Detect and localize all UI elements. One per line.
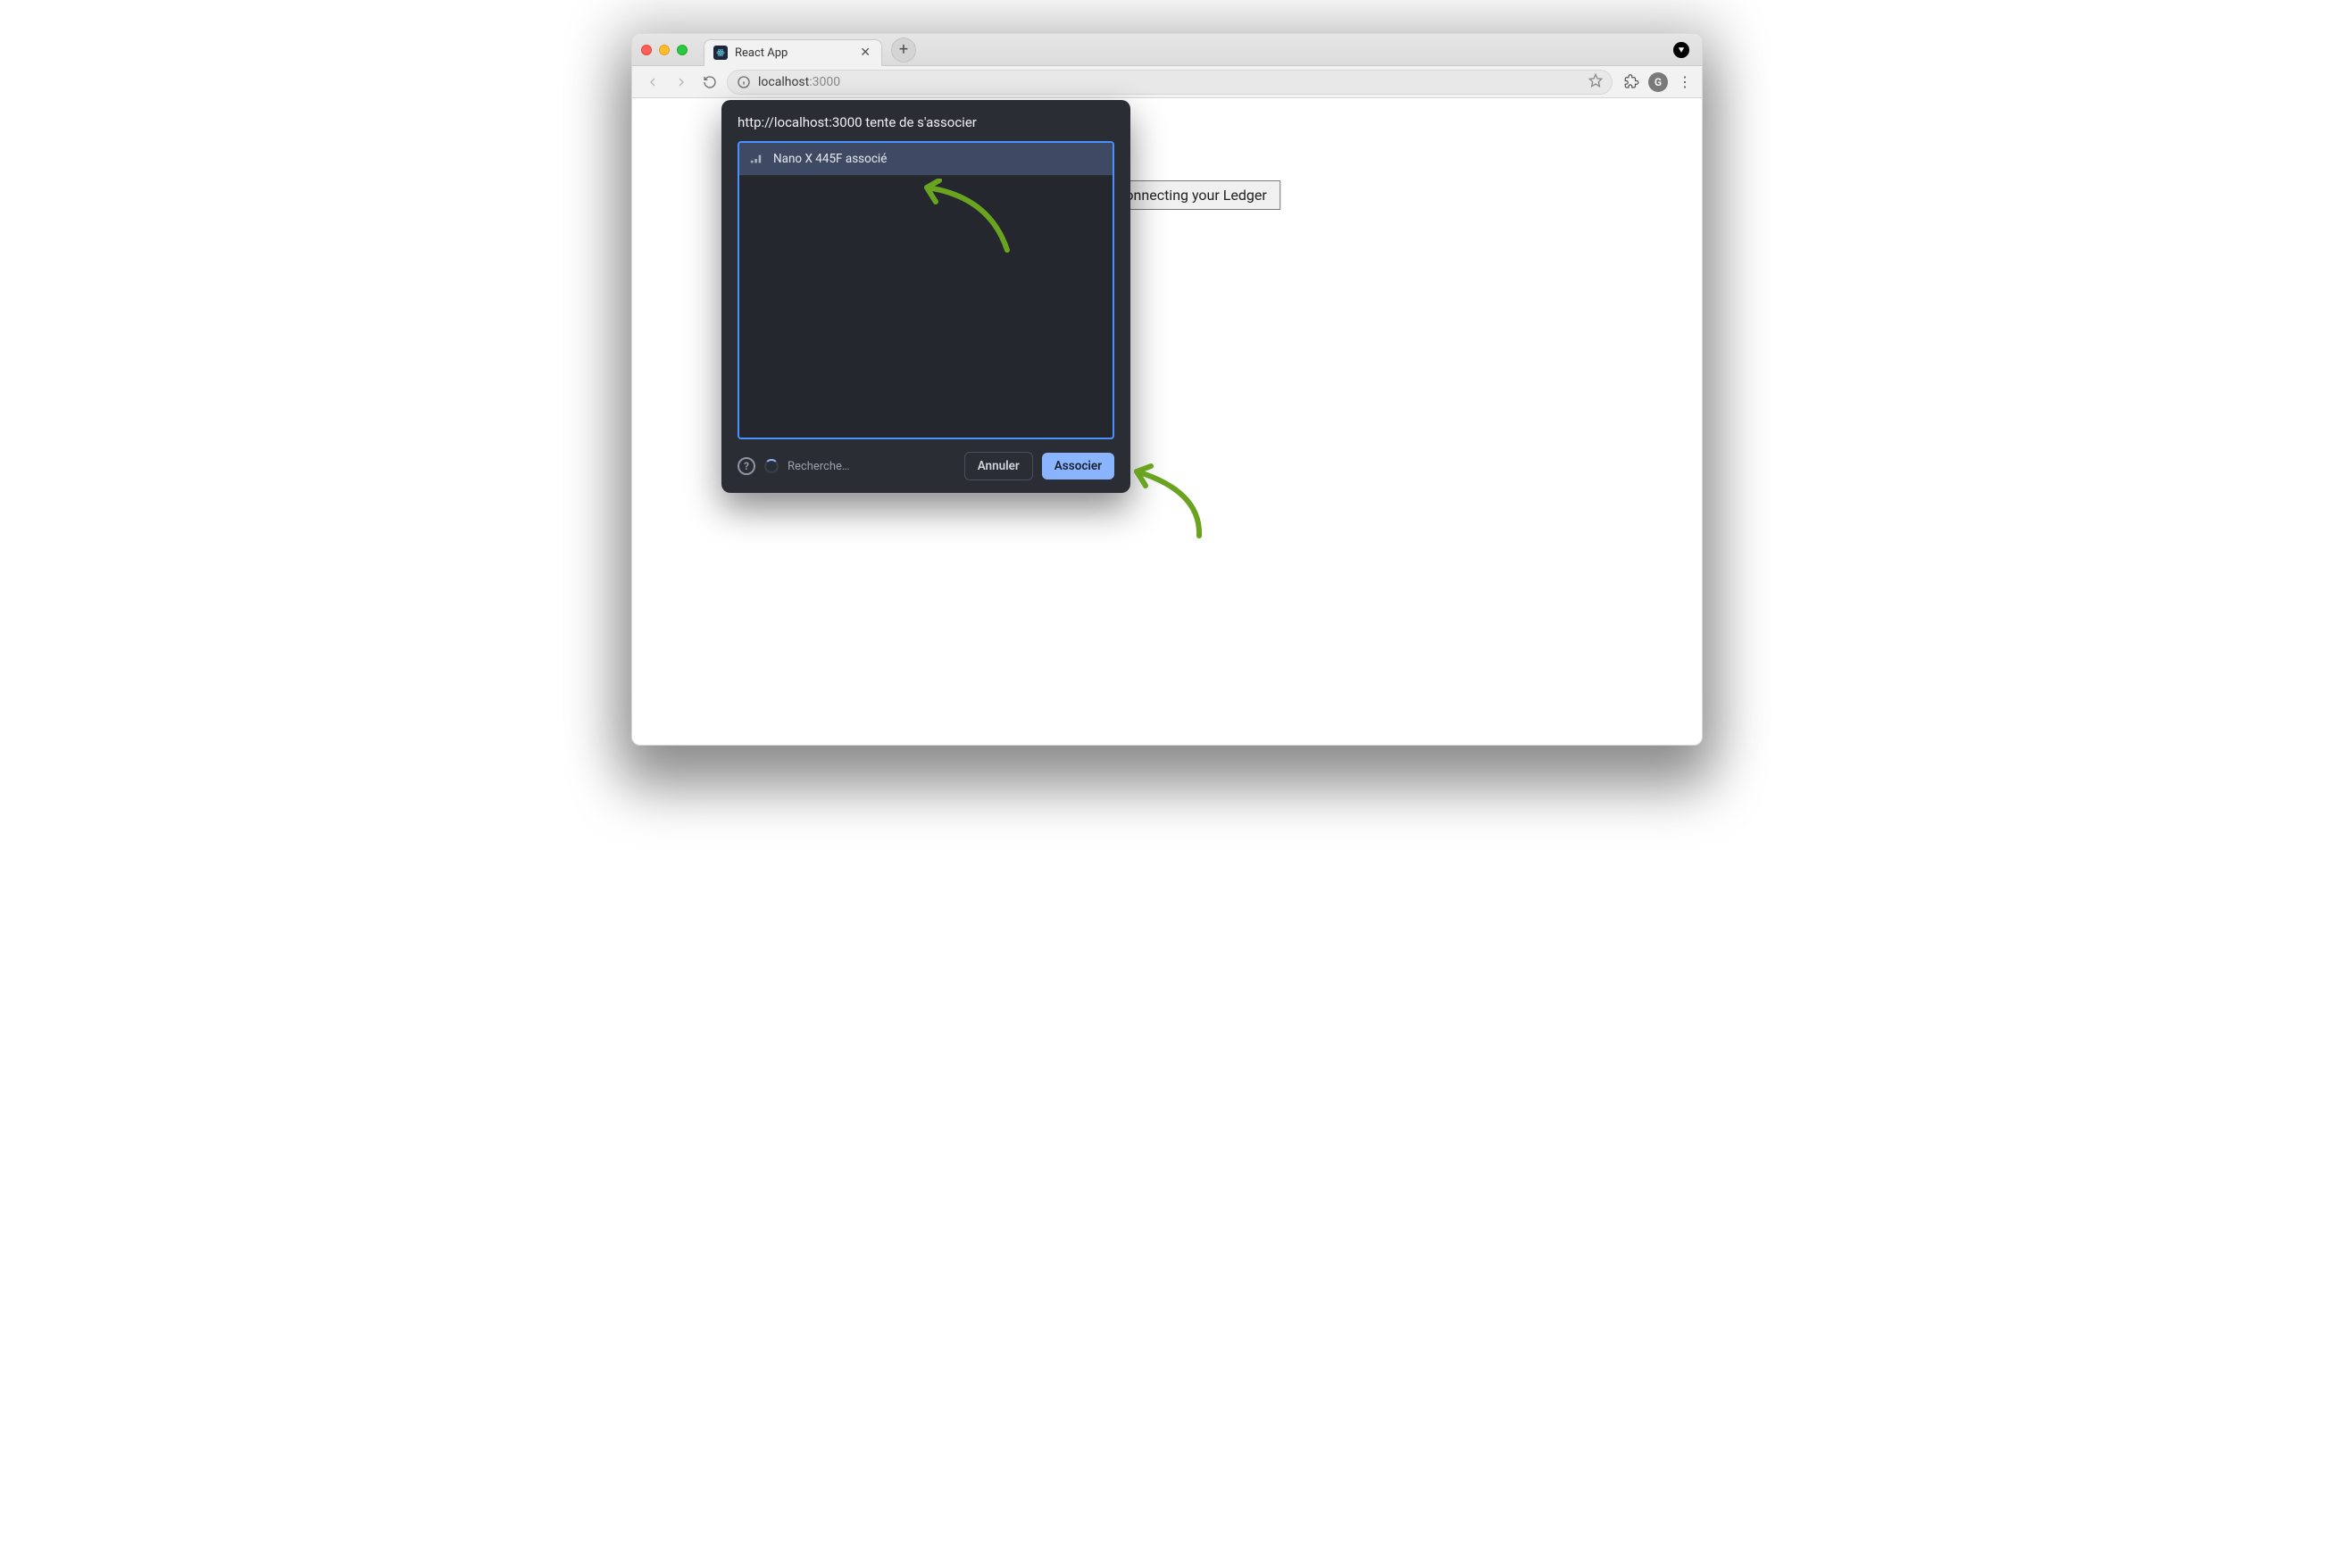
back-button[interactable] [641,71,664,94]
toolbar: localhost:3000 G ⋮ [632,66,1702,98]
new-tab-button[interactable]: + [891,38,916,63]
cancel-button[interactable]: Annuler [964,452,1033,480]
window-controls [641,45,704,55]
reload-button[interactable] [698,71,721,94]
browser-tab[interactable]: React App ✕ [704,39,882,66]
titlebar: React App ✕ + [632,34,1702,66]
profile-avatar[interactable]: G [1648,72,1668,92]
extensions-button[interactable] [1623,74,1639,90]
dialog-footer: ? Recherche… Annuler Associer [738,439,1114,480]
device-list[interactable]: Nano X 445F associé [738,141,1114,439]
browser-menu-button[interactable]: ⋮ [1677,73,1693,90]
device-list-item[interactable]: Nano X 445F associé [739,143,1113,176]
page-content: Click to connecting your Ledger http://l… [632,98,1702,745]
signal-strength-icon [750,153,763,165]
forward-button[interactable] [670,71,693,94]
searching-spinner-icon [764,459,779,473]
react-favicon-icon [713,46,728,60]
close-tab-button[interactable]: ✕ [858,46,872,60]
maximize-window-button[interactable] [677,45,688,55]
annotation-arrow-icon [1119,455,1226,545]
site-info-icon[interactable] [737,75,751,89]
help-button[interactable]: ? [738,457,755,475]
incognito-indicator-icon [1673,42,1689,58]
device-name: Nano X 445F associé [773,152,887,166]
bluetooth-pairing-dialog: http://localhost:3000 tente de s'associe… [721,100,1130,493]
url-text: localhost:3000 [758,75,1581,89]
searching-label: Recherche… [788,460,955,473]
tab-title: React App [735,46,851,60]
close-window-button[interactable] [641,45,652,55]
pair-button[interactable]: Associer [1042,453,1114,480]
bookmark-button[interactable] [1588,73,1603,91]
dialog-title: http://localhost:3000 tente de s'associe… [738,114,1114,130]
browser-window: React App ✕ + [631,33,1703,746]
minimize-window-button[interactable] [659,45,670,55]
address-bar[interactable]: localhost:3000 [727,70,1613,95]
